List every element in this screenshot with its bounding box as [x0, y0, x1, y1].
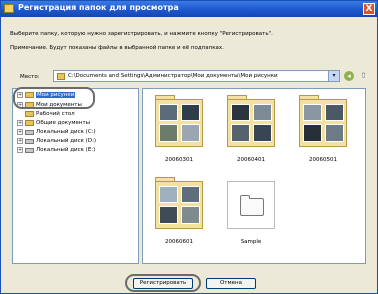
folder-icon	[25, 120, 34, 126]
disk-icon	[25, 138, 34, 144]
photo-preview	[303, 124, 322, 142]
expand-icon[interactable]: +	[17, 120, 23, 126]
folder-tree[interactable]: + Мои рисунки + Мои документы Рабочий стол…	[12, 88, 139, 264]
photo-preview	[159, 206, 178, 224]
photo-preview	[159, 104, 178, 121]
folder-up-icon[interactable]: ⇧	[358, 71, 369, 81]
desktop-icon	[25, 111, 34, 117]
tree-item-label: Общие документы	[36, 120, 91, 126]
folder-icon	[227, 99, 275, 147]
folder-label: 20060601	[165, 239, 193, 245]
photo-preview	[303, 104, 322, 121]
folder-thumbnail-grid[interactable]: 20060301 20060401 20060501 20060601 Samp…	[142, 88, 366, 264]
window-title: Регистрация папок для просмотра	[18, 3, 179, 12]
tree-item-label: Рабочий стол	[36, 111, 75, 117]
folder-thumbnail[interactable]: 20060301	[155, 95, 203, 163]
title-bar: Регистрация папок для просмотра X	[1, 1, 377, 17]
photo-preview	[181, 124, 200, 142]
folder-icon	[57, 73, 65, 80]
photo-preview	[181, 206, 200, 224]
folder-thumbnail-sample[interactable]: Sample	[227, 181, 275, 245]
expand-icon[interactable]: +	[17, 138, 23, 144]
register-highlight-callout	[125, 274, 201, 292]
photo-preview	[159, 124, 178, 142]
folder-icon	[155, 99, 203, 147]
folder-icon	[4, 4, 14, 13]
close-button[interactable]: X	[363, 3, 375, 15]
back-arrow-icon[interactable]: ◂	[344, 71, 354, 81]
photo-preview	[159, 186, 178, 203]
photo-preview	[325, 104, 344, 121]
instruction-text: Выберите папку, которую нужно зарегистри…	[10, 31, 273, 37]
folder-icon	[240, 195, 264, 216]
location-path-value: C:\Documents and Settings\Администратор\…	[68, 73, 278, 79]
folder-icon	[155, 181, 203, 229]
folder-label: 20060401	[237, 157, 265, 163]
folder-label: Sample	[240, 239, 262, 245]
tree-item-drive-e[interactable]: + Локальный диск (E:)	[17, 147, 95, 156]
tree-item-label: Локальный диск (D:)	[36, 138, 97, 144]
photo-preview	[253, 124, 272, 142]
disk-icon	[25, 147, 34, 153]
chevron-down-icon[interactable]: ▾	[328, 71, 339, 81]
tree-item-drive-d[interactable]: + Локальный диск (D:)	[17, 138, 96, 147]
photo-preview	[231, 124, 250, 142]
tree-highlight-callout	[13, 87, 95, 109]
expand-icon[interactable]: +	[17, 147, 23, 153]
folder-label: 20060301	[165, 157, 193, 163]
tree-item-desktop[interactable]: Рабочий стол	[25, 111, 75, 120]
empty-folder-frame	[227, 181, 275, 229]
tree-item-shared-documents[interactable]: + Общие документы	[17, 120, 90, 129]
tree-item-label: Локальный диск (C:)	[36, 129, 96, 135]
tree-item-drive-c[interactable]: + Локальный диск (C:)	[17, 129, 96, 138]
cancel-button[interactable]: Отмена	[206, 278, 256, 289]
dialog-window: Регистрация папок для просмотра X Выбери…	[0, 0, 378, 294]
note-text: Примечание. Будут показаны файлы в выбра…	[10, 45, 224, 51]
location-path-select[interactable]: C:\Documents and Settings\Администратор\…	[53, 70, 340, 82]
photo-preview	[253, 104, 272, 121]
tree-item-label: Локальный диск (E:)	[36, 147, 96, 153]
location-label: Место:	[20, 74, 40, 80]
folder-icon	[299, 99, 347, 147]
expand-icon[interactable]: +	[17, 129, 23, 135]
folder-thumbnail[interactable]: 20060501	[299, 95, 347, 163]
photo-preview	[181, 104, 200, 121]
folder-thumbnail[interactable]: 20060401	[227, 95, 275, 163]
photo-preview	[325, 124, 344, 142]
photo-preview	[181, 186, 200, 203]
folder-thumbnail[interactable]: 20060601	[155, 177, 203, 245]
photo-preview	[231, 104, 250, 121]
folder-label: 20060501	[309, 157, 337, 163]
disk-icon	[25, 129, 34, 135]
